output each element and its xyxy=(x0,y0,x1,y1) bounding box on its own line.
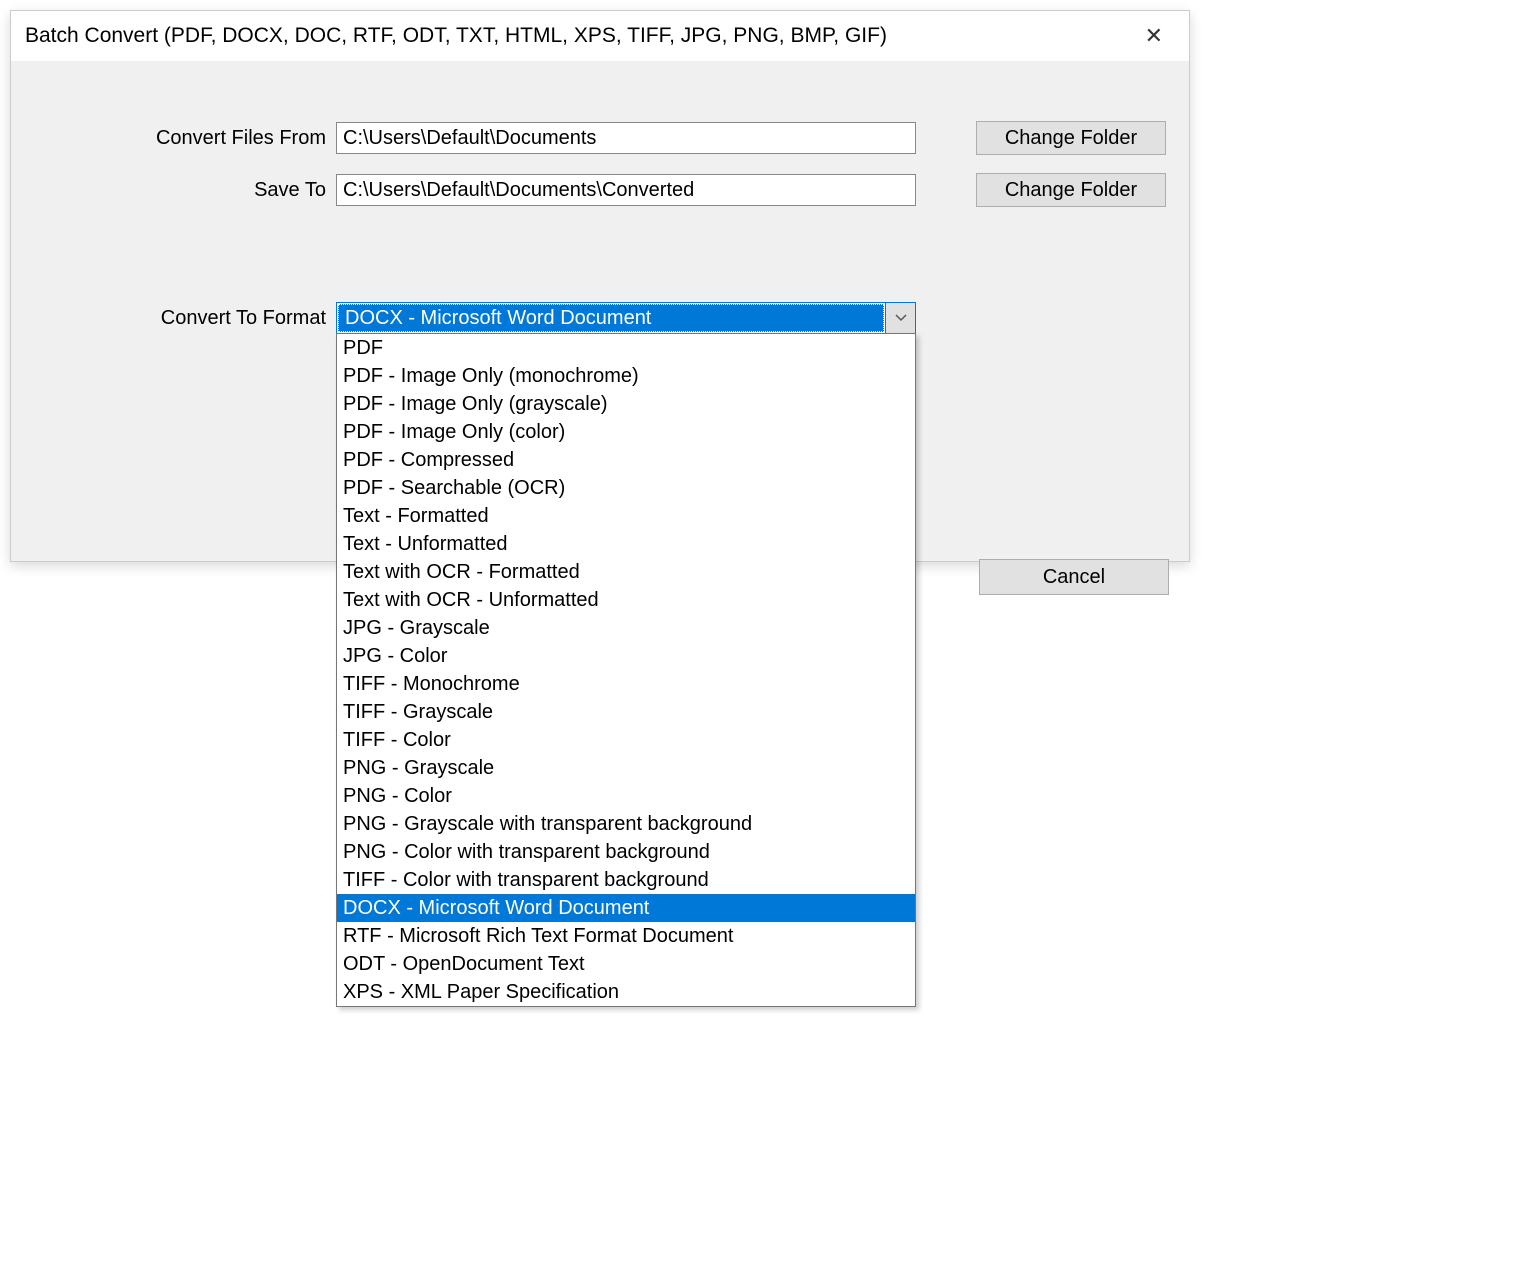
format-option[interactable]: Text with OCR - Unformatted xyxy=(337,586,915,614)
format-option[interactable]: PNG - Color xyxy=(337,782,915,810)
format-option[interactable]: PDF - Searchable (OCR) xyxy=(337,474,915,502)
format-option[interactable]: JPG - Color xyxy=(337,642,915,670)
format-option[interactable]: PNG - Grayscale xyxy=(337,754,915,782)
format-option[interactable]: XPS - XML Paper Specification xyxy=(337,978,915,1006)
cancel-button[interactable]: Cancel xyxy=(979,559,1169,595)
chevron-down-icon xyxy=(885,303,915,333)
save-to-input[interactable] xyxy=(336,174,916,206)
format-option[interactable]: ODT - OpenDocument Text xyxy=(337,950,915,978)
convert-from-input[interactable] xyxy=(336,122,916,154)
dialog-body: Convert Files From Change Folder Save To… xyxy=(11,61,1189,561)
format-row: Convert To Format DOCX - Microsoft Word … xyxy=(31,302,1169,334)
format-option[interactable]: TIFF - Color xyxy=(337,726,915,754)
format-option[interactable]: PNG - Grayscale with transparent backgro… xyxy=(337,810,915,838)
save-to-label: Save To xyxy=(31,179,336,202)
format-option[interactable]: PDF - Image Only (color) xyxy=(337,418,915,446)
dialog-title: Batch Convert (PDF, DOCX, DOC, RTF, ODT,… xyxy=(25,24,887,48)
format-option[interactable]: Text with OCR - Formatted xyxy=(337,558,915,586)
convert-from-row: Convert Files From Change Folder xyxy=(31,121,1169,155)
format-option[interactable]: RTF - Microsoft Rich Text Format Documen… xyxy=(337,922,915,950)
change-folder-to-button[interactable]: Change Folder xyxy=(976,173,1166,207)
footer-buttons: Cancel xyxy=(979,559,1169,595)
save-to-row: Save To Change Folder xyxy=(31,173,1169,207)
format-dropdown-list[interactable]: PDFPDF - Image Only (monochrome)PDF - Im… xyxy=(336,333,916,1007)
format-option[interactable]: TIFF - Grayscale xyxy=(337,698,915,726)
convert-from-label: Convert Files From xyxy=(31,127,336,150)
close-button[interactable]: ✕ xyxy=(1135,21,1173,51)
format-option[interactable]: PDF xyxy=(337,334,915,362)
format-option[interactable]: PDF - Image Only (grayscale) xyxy=(337,390,915,418)
format-combo-wrap: DOCX - Microsoft Word Document PDFPDF - … xyxy=(336,302,916,334)
format-combobox[interactable]: DOCX - Microsoft Word Document xyxy=(336,302,916,334)
format-option[interactable]: Text - Unformatted xyxy=(337,530,915,558)
format-option[interactable]: PNG - Color with transparent background xyxy=(337,838,915,866)
format-label: Convert To Format xyxy=(31,307,336,330)
format-option[interactable]: JPG - Grayscale xyxy=(337,614,915,642)
format-option[interactable]: Text - Formatted xyxy=(337,502,915,530)
change-folder-from-button[interactable]: Change Folder xyxy=(976,121,1166,155)
format-option[interactable]: TIFF - Color with transparent background xyxy=(337,866,915,894)
titlebar: Batch Convert (PDF, DOCX, DOC, RTF, ODT,… xyxy=(11,11,1189,61)
format-option[interactable]: DOCX - Microsoft Word Document xyxy=(337,894,915,922)
format-option[interactable]: PDF - Image Only (monochrome) xyxy=(337,362,915,390)
batch-convert-dialog: Batch Convert (PDF, DOCX, DOC, RTF, ODT,… xyxy=(10,10,1190,562)
format-option[interactable]: TIFF - Monochrome xyxy=(337,670,915,698)
format-option[interactable]: PDF - Compressed xyxy=(337,446,915,474)
format-selected-text: DOCX - Microsoft Word Document xyxy=(338,304,884,332)
